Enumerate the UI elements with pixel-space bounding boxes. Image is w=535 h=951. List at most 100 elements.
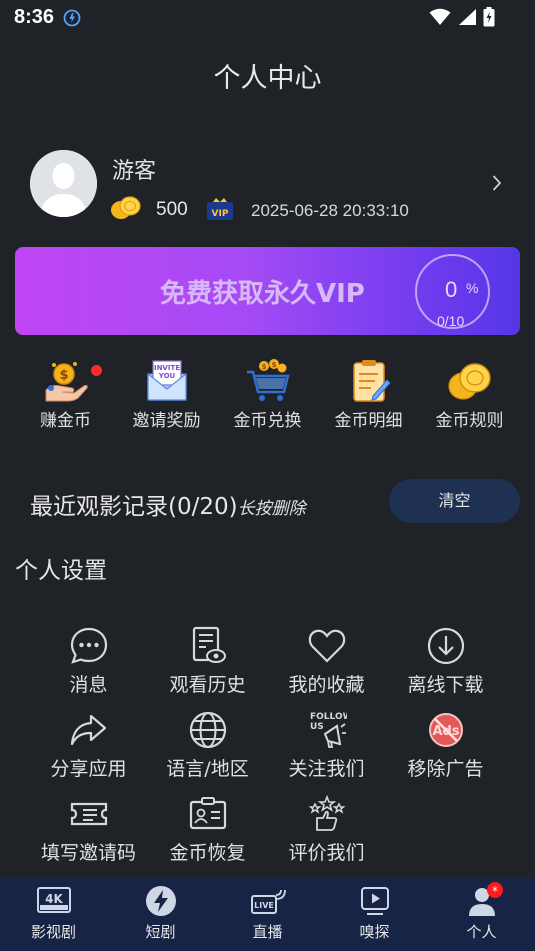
no-ads-icon: Ads <box>428 713 463 747</box>
settings-item-label: 离线下载 <box>407 674 484 696</box>
quick-action-label: 金币兑换 <box>233 411 302 431</box>
chevron-right-icon[interactable] <box>492 174 502 192</box>
coin-details-icon <box>352 360 391 402</box>
battery-charging-icon <box>483 7 495 27</box>
coin-rules-icon <box>447 363 491 400</box>
heart-icon <box>308 629 345 663</box>
nav-badge: * <box>487 882 503 898</box>
quick-action-label: 邀请奖励 <box>132 411 201 431</box>
rate-us-button[interactable]: 评价我们 <box>267 794 386 865</box>
username: 游客 <box>112 159 157 184</box>
svg-text:LIVE: LIVE <box>254 901 274 910</box>
coin-details-button[interactable]: 金币明细 <box>318 358 419 431</box>
settings-item-label: 金币恢复 <box>169 842 246 864</box>
rate-stars-icon <box>308 794 345 831</box>
svg-text:$: $ <box>271 361 276 369</box>
4k-icon: 4K <box>36 887 71 913</box>
globe-icon <box>189 711 226 749</box>
free-vip-banner[interactable]: 免费获取永久VIP 0 % 0/10 <box>15 247 520 335</box>
nav-label: 嗅探 <box>359 923 390 941</box>
live-icon: LIVE <box>250 889 286 914</box>
vip-progress-count: 0/10 <box>437 313 465 329</box>
quick-actions: $ 赚金币 INVITE YOU 邀请奖励 $ $ 金币兑换 金币明细 金币规则 <box>15 358 520 438</box>
settings-item-label: 评价我们 <box>288 842 365 864</box>
nav-tab-sniff[interactable]: 嗅探 <box>321 877 428 951</box>
coin-cart-icon: $ $ <box>246 359 290 401</box>
messages-button[interactable]: 消息 <box>29 626 148 697</box>
quick-action-label: 金币规则 <box>435 411 504 431</box>
nav-tab-short-drama[interactable]: 短剧 <box>107 877 214 951</box>
svg-text:US: US <box>310 722 324 732</box>
settings-item-label: 填写邀请码 <box>40 842 136 864</box>
svg-text:$: $ <box>59 368 68 383</box>
avatar[interactable] <box>30 150 97 217</box>
nav-label: 短剧 <box>145 923 176 941</box>
share-icon <box>70 714 106 746</box>
vip-expiry-date: 2025-06-28 20:33:10 <box>251 201 409 220</box>
quick-action-label: 金币明细 <box>334 411 403 431</box>
remove-ads-button[interactable]: Ads 移除广告 <box>386 710 505 781</box>
svg-text:FOLLOW: FOLLOW <box>310 712 347 722</box>
settings-item-label: 移除广告 <box>407 758 484 780</box>
default-avatar-icon <box>30 150 97 217</box>
coin-exchange-button[interactable]: $ $ 金币兑换 <box>217 358 318 431</box>
invite-reward-button[interactable]: INVITE YOU 邀请奖励 <box>116 358 217 431</box>
svg-text:VIP: VIP <box>212 209 229 219</box>
vip-progress-percent: 0 <box>445 277 458 302</box>
settings-title: 个人设置 <box>15 558 107 584</box>
status-bar: 8:36 <box>0 0 535 36</box>
lightning-icon <box>145 886 176 916</box>
invite-you-icon: INVITE YOU <box>146 360 187 401</box>
favorites-button[interactable]: 我的收藏 <box>267 626 386 697</box>
download-icon <box>427 627 464 665</box>
status-indicators <box>429 7 495 27</box>
profile-card[interactable]: 游客 500 VIP 2025-06-28 20:33:10 <box>30 150 510 220</box>
vip-banner-text: 免费获取永久VIP <box>160 279 365 309</box>
nav-tab-profile[interactable]: * 个人 <box>428 877 535 951</box>
coin-recovery-button[interactable]: 金币恢复 <box>148 794 267 865</box>
svg-text:YOU: YOU <box>157 372 175 380</box>
settings-item-label: 语言/地区 <box>166 758 249 780</box>
enter-invite-code-button[interactable]: 填写邀请码 <box>29 794 148 865</box>
recent-history-title: 最近观影记录(0/20)长按删除 <box>30 487 306 521</box>
id-card-icon <box>189 797 226 830</box>
message-icon <box>70 627 107 664</box>
language-region-button[interactable]: 语言/地区 <box>148 710 267 781</box>
play-icon <box>360 887 389 915</box>
nav-label: 直播 <box>252 923 283 941</box>
nav-label: 影视剧 <box>30 923 76 941</box>
wifi-icon <box>429 8 451 25</box>
watch-history-button[interactable]: 观看历史 <box>148 626 267 697</box>
settings-item-label: 观看历史 <box>169 674 246 696</box>
ticket-icon <box>70 802 107 826</box>
nav-tab-movies[interactable]: 4K 影视剧 <box>0 877 107 951</box>
bottom-navigation: 4K 影视剧 短剧 LIVE 直播 嗅探 * 个人 <box>0 877 535 951</box>
svg-text:$: $ <box>261 363 266 371</box>
follow-us-button[interactable]: FOLLOW US 关注我们 <box>267 710 386 781</box>
status-time: 8:36 <box>14 6 55 28</box>
watch-history-icon <box>192 626 226 663</box>
settings-item-label: 消息 <box>69 674 108 696</box>
long-press-hint: 长按删除 <box>237 499 306 519</box>
vip-badge-icon: VIP <box>207 198 233 220</box>
recent-history-heading: 最近观影记录(0/20) <box>30 494 238 520</box>
vip-percent-sign: % <box>466 280 479 296</box>
settings-item-label: 分享应用 <box>50 758 127 780</box>
nav-label: 个人 <box>466 923 497 941</box>
page-title: 个人中心 <box>213 63 322 94</box>
follow-us-icon: FOLLOW US <box>310 712 347 748</box>
nav-tab-live[interactable]: LIVE 直播 <box>214 877 321 951</box>
svg-text:4K: 4K <box>45 892 63 906</box>
vpn-shield-icon <box>63 9 81 27</box>
clear-history-button[interactable]: 清空 <box>389 479 520 523</box>
svg-text:INVITE: INVITE <box>153 364 179 372</box>
quick-action-label: 赚金币 <box>40 411 91 431</box>
share-app-button[interactable]: 分享应用 <box>29 710 148 781</box>
offline-download-button[interactable]: 离线下载 <box>386 626 505 697</box>
settings-item-label: 我的收藏 <box>288 674 365 696</box>
coin-count: 500 <box>156 199 188 220</box>
earn-coins-icon: $ <box>45 362 88 402</box>
notification-dot <box>91 365 102 376</box>
coin-icon <box>111 196 141 219</box>
coin-rules-button[interactable]: 金币规则 <box>419 358 520 431</box>
